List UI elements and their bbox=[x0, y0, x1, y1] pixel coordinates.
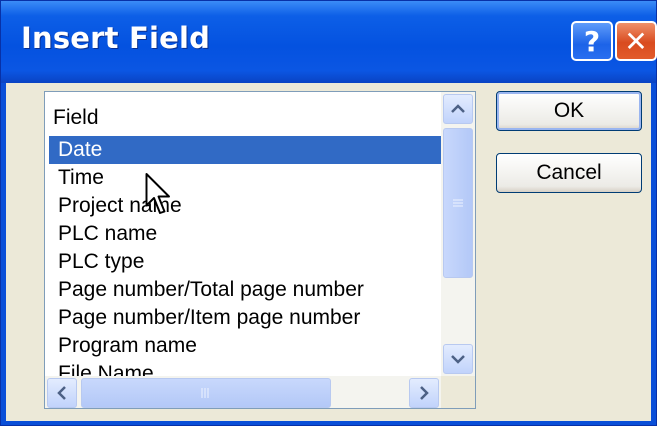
help-icon: ? bbox=[583, 24, 601, 58]
list-item[interactable]: Program name bbox=[49, 332, 441, 360]
dialog-title: Insert Field bbox=[21, 21, 211, 55]
list-item[interactable]: Date bbox=[49, 136, 441, 164]
grip-icon bbox=[453, 199, 463, 207]
vertical-scroll-thumb[interactable] bbox=[443, 128, 473, 278]
ok-button[interactable]: OK bbox=[496, 91, 642, 131]
scrollbar-corner bbox=[441, 376, 475, 408]
list-item[interactable]: Time bbox=[49, 164, 441, 192]
vertical-scrollbar[interactable] bbox=[441, 92, 475, 376]
title-bar[interactable]: Insert Field ? ✕ bbox=[1, 1, 657, 83]
triangle-up-icon bbox=[451, 104, 465, 113]
list-item[interactable]: Page number/Total page number bbox=[49, 276, 441, 304]
triangle-right-icon bbox=[420, 386, 429, 400]
list-item[interactable]: Project name bbox=[49, 192, 441, 220]
grip-icon bbox=[201, 388, 209, 398]
close-icon: ✕ bbox=[624, 24, 648, 58]
triangle-down-icon bbox=[451, 355, 465, 364]
list-item[interactable]: Page number/Item page number bbox=[49, 304, 441, 332]
list-header: Field bbox=[53, 106, 99, 129]
cancel-button[interactable]: Cancel bbox=[496, 153, 642, 193]
scroll-left-button[interactable] bbox=[47, 378, 77, 408]
horizontal-scroll-thumb[interactable] bbox=[81, 378, 331, 408]
scroll-up-button[interactable] bbox=[443, 94, 473, 124]
scroll-down-button[interactable] bbox=[443, 344, 473, 374]
field-list: Date Time Project name PLC name PLC type… bbox=[49, 136, 441, 388]
scroll-right-button[interactable] bbox=[409, 378, 439, 408]
mouse-pointer-icon bbox=[145, 173, 170, 214]
close-button[interactable]: ✕ bbox=[615, 21, 657, 61]
list-item[interactable]: PLC type bbox=[49, 248, 441, 276]
list-item[interactable]: PLC name bbox=[49, 220, 441, 248]
dialog-body: Field Date Time Project name PLC name PL… bbox=[6, 83, 651, 421]
help-button[interactable]: ? bbox=[571, 21, 613, 61]
field-listbox[interactable]: Field Date Time Project name PLC name PL… bbox=[44, 91, 476, 409]
triangle-left-icon bbox=[57, 386, 66, 400]
horizontal-scrollbar[interactable] bbox=[45, 376, 441, 408]
dialog-window: Insert Field ? ✕ Field Date Time Project… bbox=[0, 0, 657, 426]
